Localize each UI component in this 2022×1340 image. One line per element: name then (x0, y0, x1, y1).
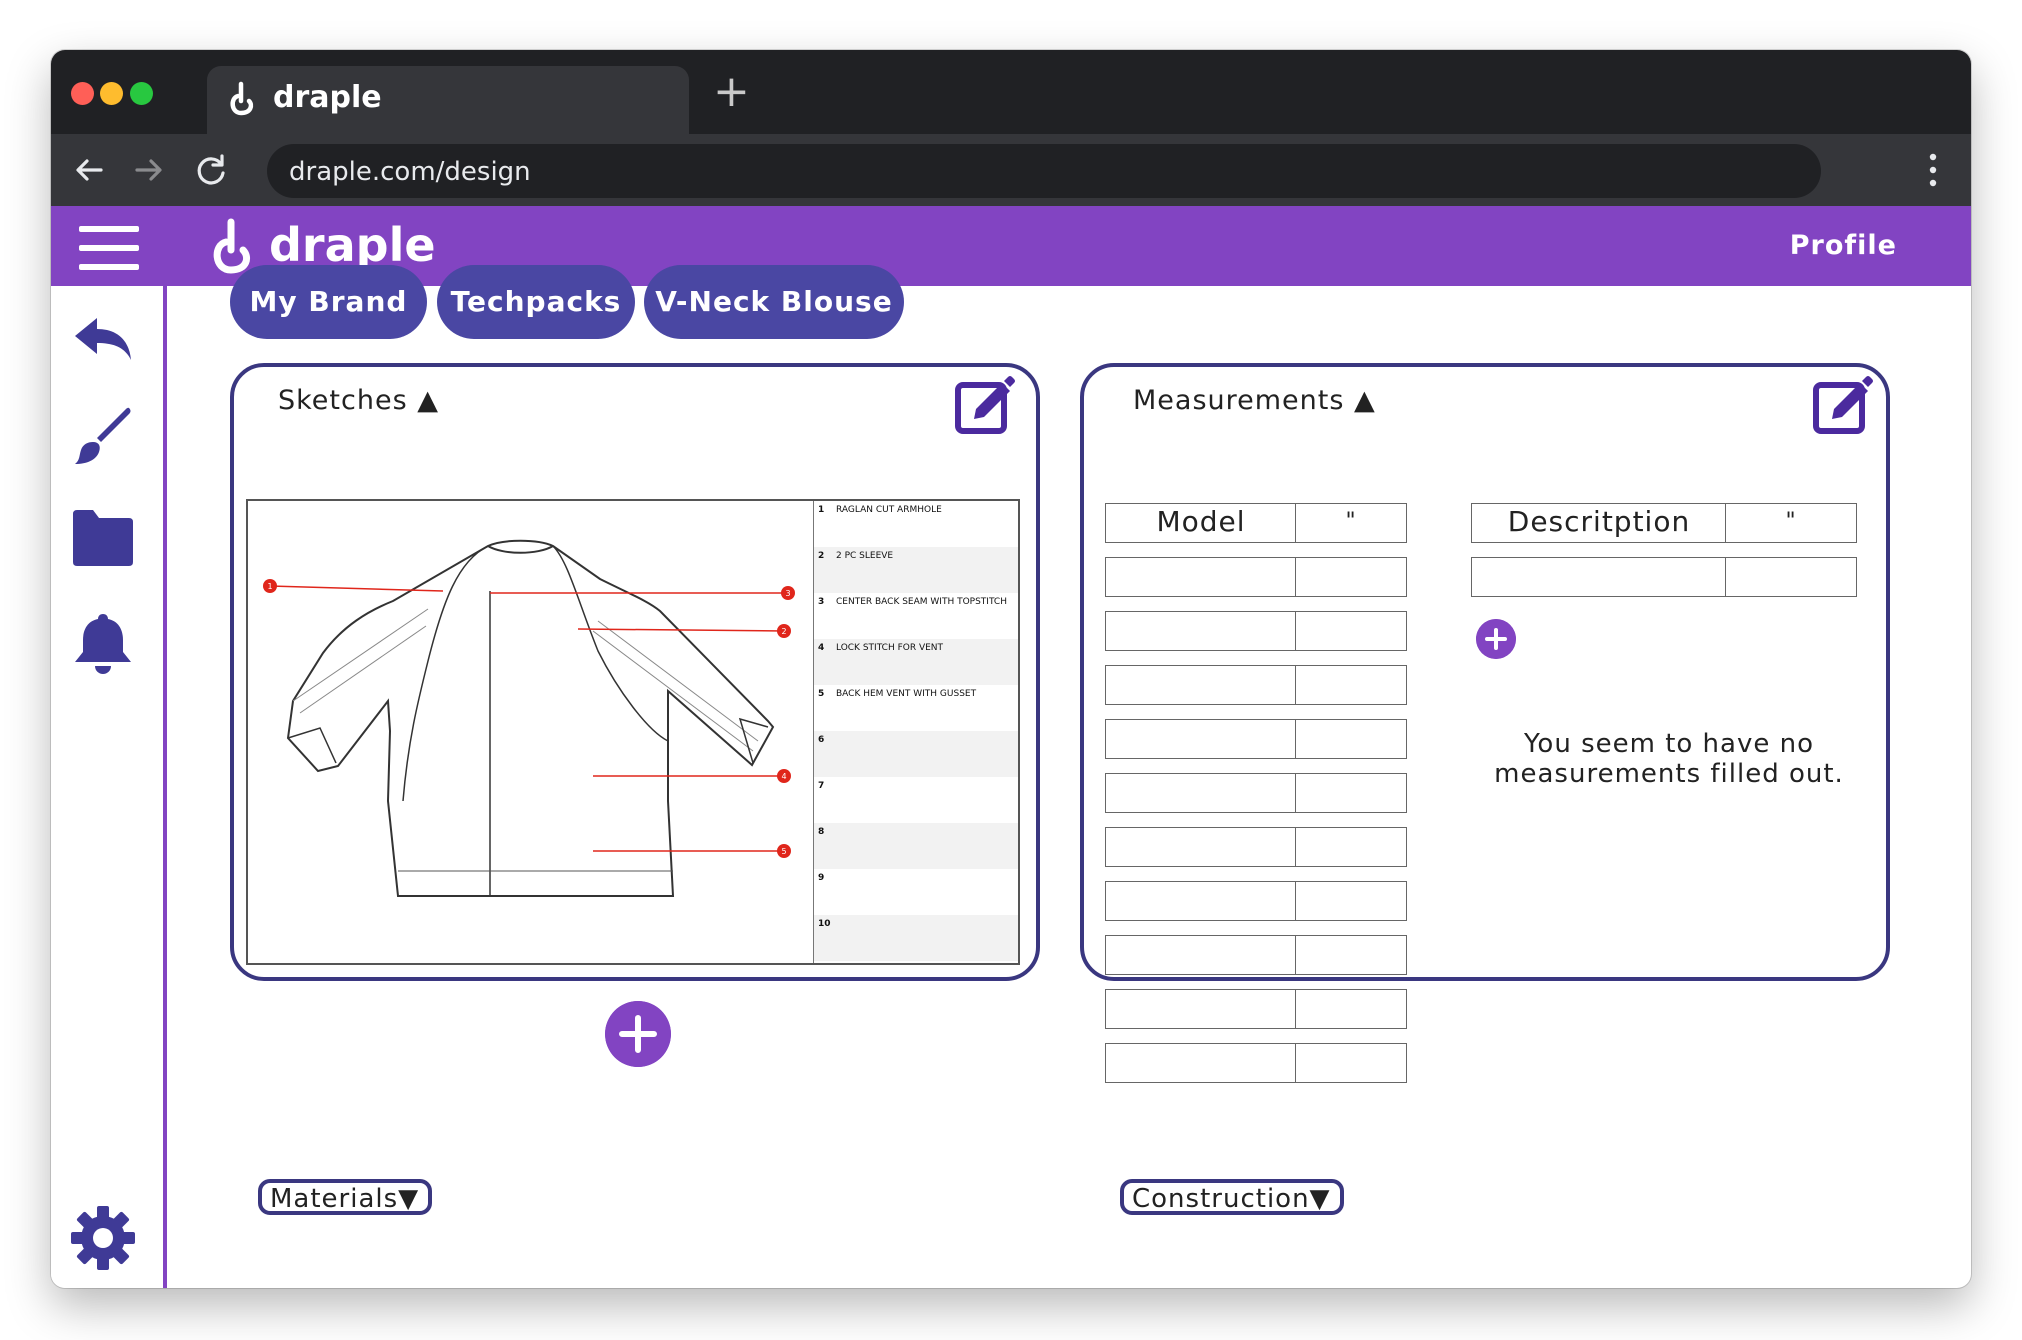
browser-tab-title: draple (273, 80, 382, 115)
model-value-input[interactable] (1295, 773, 1407, 813)
window-minimize-button[interactable] (100, 82, 123, 105)
svg-text:1: 1 (267, 582, 272, 591)
breadcrumb-v-neck-blouse[interactable]: V-Neck Blouse (644, 265, 904, 339)
model-name-input[interactable] (1105, 719, 1297, 759)
model-value-input[interactable] (1295, 719, 1407, 759)
description-column-header: Descritption (1471, 503, 1727, 543)
svg-text:4: 4 (781, 772, 786, 781)
list-item: 3 CENTER BACK SEAM WITH TOPSTITCH (814, 593, 1018, 639)
caret-up-icon: ▲ (417, 385, 440, 416)
unit-column-header: " (1295, 503, 1407, 543)
model-name-input[interactable] (1105, 827, 1297, 867)
app-title: draple (269, 218, 436, 272)
model-name-input[interactable] (1105, 611, 1297, 651)
list-item: 1 RAGLAN CUT ARMHOLE (814, 501, 1018, 547)
model-value-input[interactable] (1295, 1043, 1407, 1083)
list-item: 6 (814, 731, 1018, 777)
forward-arrow-icon[interactable] (125, 146, 173, 194)
unit-column-header: " (1725, 503, 1857, 543)
model-value-input[interactable] (1295, 935, 1407, 975)
sidebar (51, 286, 167, 1288)
list-item: 7 (814, 777, 1018, 823)
model-name-input[interactable] (1105, 665, 1297, 705)
model-name-input[interactable] (1105, 881, 1297, 921)
model-value-input[interactable] (1295, 611, 1407, 651)
list-item: 22 PC SLEEVE (814, 547, 1018, 593)
model-name-input[interactable] (1105, 773, 1297, 813)
caret-up-icon: ▲ (1354, 385, 1376, 416)
model-value-input[interactable] (1295, 827, 1407, 867)
model-column-header: Model (1105, 503, 1297, 543)
model-value-input[interactable] (1295, 665, 1407, 705)
add-sketch-button[interactable] (605, 1001, 671, 1067)
list-item: 5 BACK HEM VENT WITH GUSSET (814, 685, 1018, 731)
measurements-card: Measurements ▲ Model " Descritption " Yo… (1080, 363, 1890, 1083)
reload-icon[interactable] (187, 146, 235, 194)
svg-text:5: 5 (781, 847, 786, 856)
list-item: 9 (814, 869, 1018, 915)
new-tab-button[interactable]: + (713, 68, 750, 116)
model-value-input[interactable] (1295, 557, 1407, 597)
list-item: 10 (814, 915, 1018, 961)
callout-list: 1 RAGLAN CUT ARMHOLE 22 PC SLEEVE 3 CENTER… (813, 501, 1018, 963)
model-name-input[interactable] (1105, 557, 1297, 597)
model-value-input[interactable] (1295, 881, 1407, 921)
settings-gear-icon[interactable] (71, 1206, 135, 1270)
svg-text:3: 3 (785, 589, 790, 598)
breadcrumb-my-brand[interactable]: My Brand (230, 265, 427, 339)
construction-dropdown[interactable]: Construction▼ (1120, 1179, 1344, 1215)
back-arrow-icon[interactable] (65, 146, 113, 194)
list-item: 4 LOCK STITCH FOR VENT (814, 639, 1018, 685)
techpack-sketch[interactable]: 1 3 2 4 5 1 RAGLAN CUT ARMHOLE 22 PC SLEE… (246, 499, 1020, 965)
model-name-input[interactable] (1105, 989, 1297, 1029)
undo-icon[interactable] (71, 308, 135, 372)
svg-text:2: 2 (781, 627, 786, 636)
list-item: 8 (814, 823, 1018, 869)
add-measurement-button[interactable] (1476, 619, 1516, 659)
sketches-title[interactable]: Sketches ▲ (278, 385, 439, 416)
folder-icon[interactable] (71, 506, 135, 570)
url-text: draple.com/design (289, 157, 531, 187)
materials-dropdown[interactable]: Materials▼ (258, 1179, 432, 1215)
breadcrumb-techpacks[interactable]: Techpacks (437, 265, 635, 339)
browser-menu-icon[interactable] (1927, 152, 1939, 188)
browser-tab[interactable]: draple (207, 66, 689, 134)
description-value-input[interactable] (1725, 557, 1857, 597)
browser-tab-bar: draple + (51, 50, 1971, 134)
model-name-input[interactable] (1105, 1043, 1297, 1083)
paintbrush-icon[interactable] (71, 404, 135, 468)
edit-icon[interactable] (954, 373, 1016, 435)
edit-icon[interactable] (1812, 373, 1874, 435)
url-field[interactable]: draple.com/design (267, 144, 1821, 198)
empty-measurements-message: You seem to have no measurements filled … (1494, 729, 1844, 789)
model-value-input[interactable] (1295, 989, 1407, 1029)
sketches-card: Sketches ▲ 1 3 2 4 5 1 RAGLAN CUT ARMHOL… (230, 363, 1040, 1067)
description-input[interactable] (1471, 557, 1727, 597)
bell-icon[interactable] (71, 612, 135, 676)
window-close-button[interactable] (71, 82, 94, 105)
hamburger-menu-icon[interactable] (79, 226, 139, 270)
browser-address-bar: draple.com/design (51, 134, 1971, 206)
caret-down-icon: ▼ (1309, 1184, 1331, 1214)
window-maximize-button[interactable] (130, 82, 153, 105)
jacket-flat-sketch: 1 3 2 4 5 (263, 539, 795, 897)
model-name-input[interactable] (1105, 935, 1297, 975)
caret-down-icon: ▼ (398, 1184, 420, 1214)
draple-logo-icon (230, 81, 254, 116)
profile-link[interactable]: Profile (1790, 230, 1897, 261)
measurements-title[interactable]: Measurements ▲ (1133, 385, 1376, 416)
